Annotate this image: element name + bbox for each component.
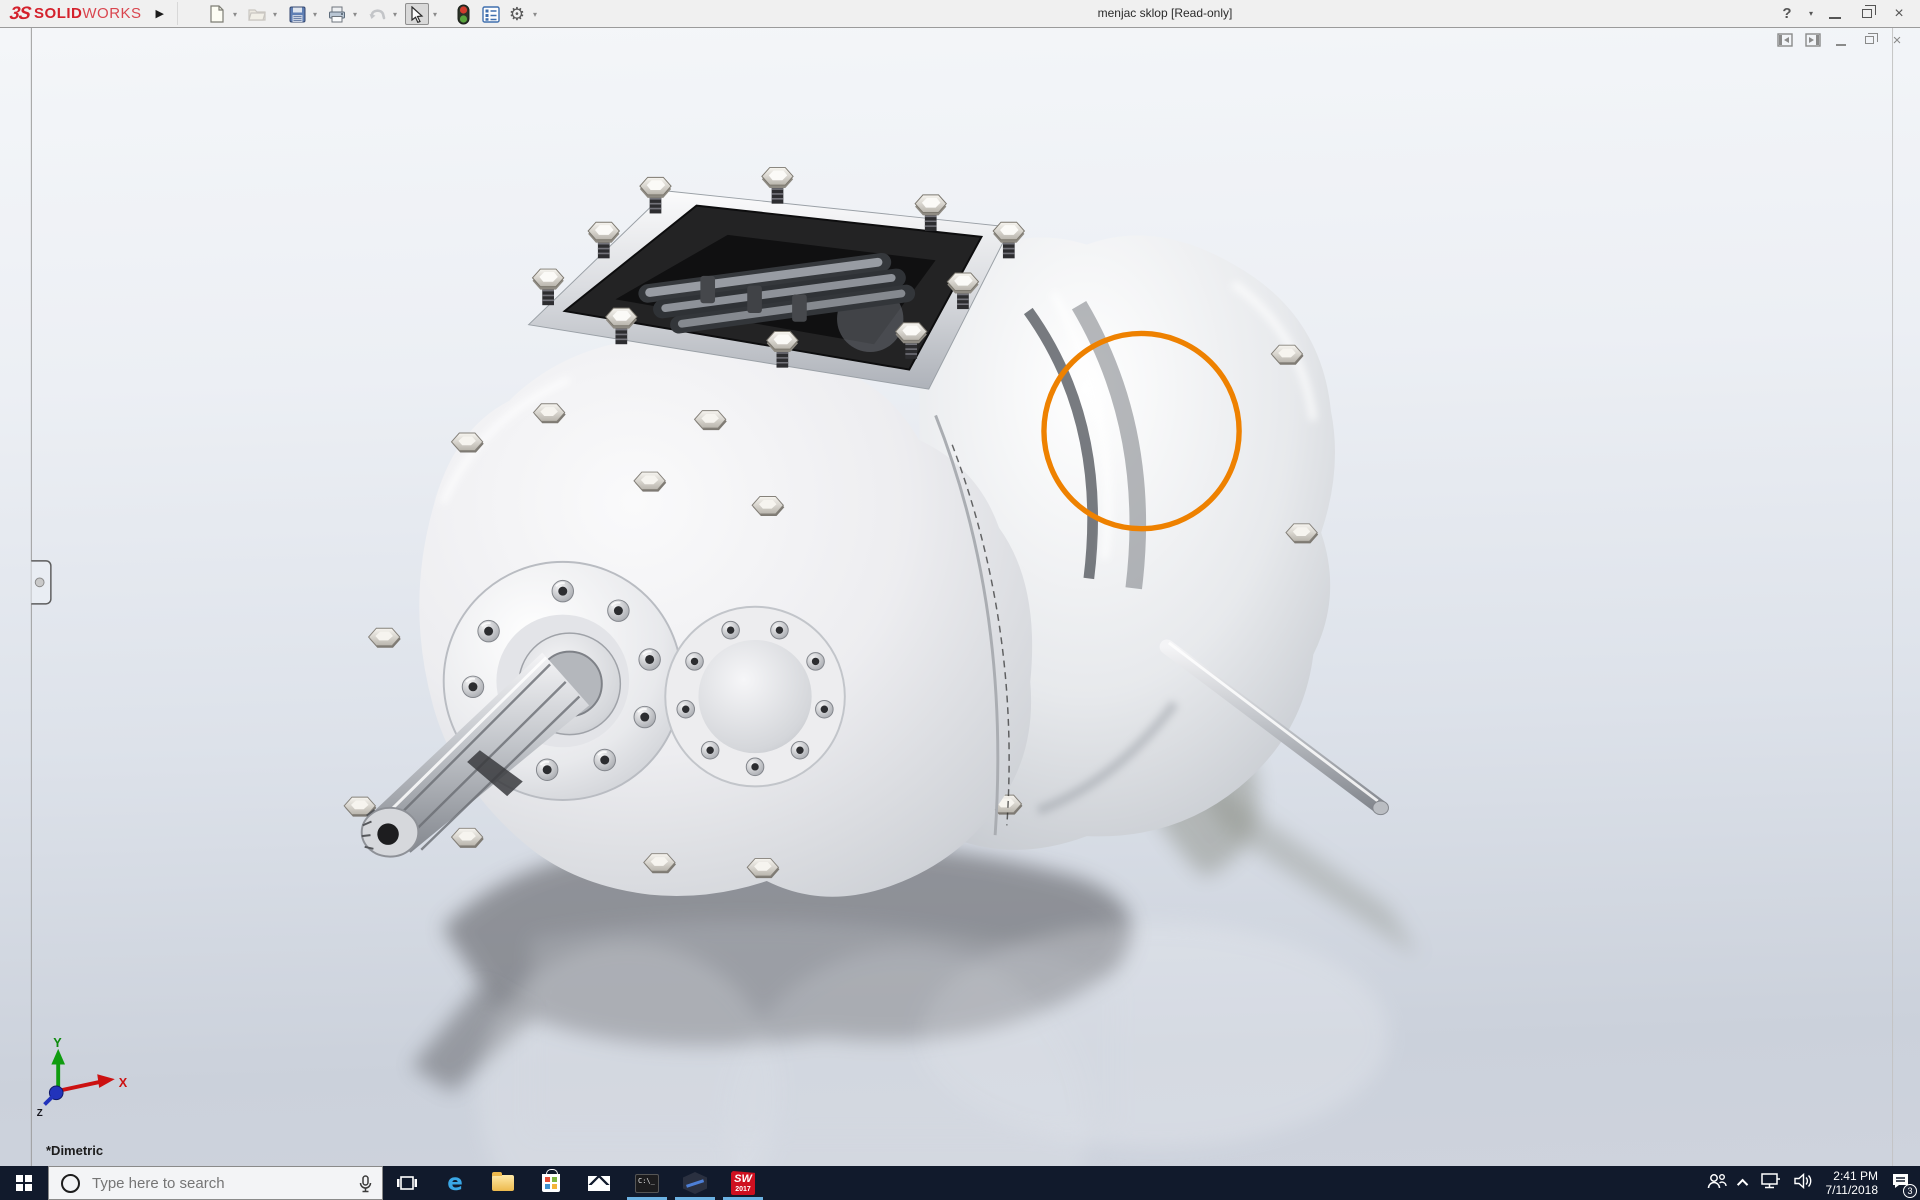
print-dropdown[interactable]: ▾ (349, 3, 361, 25)
quick-access-toolbar: ▾ ▾ ▾ ▾ ▾ ▾ ⚙ ▾ (205, 2, 545, 26)
command-prompt-icon: C:\_ (635, 1174, 659, 1193)
evaluate-list-icon[interactable] (479, 3, 503, 25)
3ds-logo-icon: 3S (8, 3, 32, 24)
options-gear-icon[interactable]: ⚙ (505, 3, 529, 25)
restore-button[interactable] (1854, 3, 1880, 25)
taskbar-search[interactable] (48, 1166, 383, 1200)
file-explorer-button[interactable] (479, 1166, 527, 1200)
previous-window-icon[interactable] (1776, 32, 1794, 48)
edge-button[interactable]: e (431, 1166, 479, 1200)
view-orientation-label: *Dimetric (46, 1143, 103, 1158)
task-view-button[interactable] (383, 1166, 431, 1200)
select-tool-dropdown[interactable]: ▾ (429, 3, 441, 25)
mail-icon (588, 1176, 610, 1191)
command-prompt-button[interactable]: C:\_ (623, 1166, 671, 1200)
notification-badge: 3 (1903, 1184, 1917, 1198)
taskbar: e C:\_ SW2017 (0, 1166, 1920, 1200)
next-window-icon[interactable] (1804, 32, 1822, 48)
undo-dropdown[interactable]: ▾ (389, 3, 401, 25)
solidworks-2017-icon: SW2017 (731, 1171, 755, 1195)
print-button[interactable] (325, 3, 349, 25)
hexagon-app-icon (683, 1172, 707, 1194)
minimize-button[interactable] (1822, 3, 1848, 25)
new-document-button[interactable] (205, 3, 229, 25)
close-button[interactable]: × (1886, 3, 1912, 25)
window-controls: ? ▾ × (1774, 0, 1912, 27)
triad-x-label: X (119, 1076, 128, 1090)
hexagon-app-button[interactable] (671, 1166, 719, 1200)
doc-minimize-button[interactable] (1832, 32, 1850, 48)
system-tray: 2:41 PM 7/11/2018 3 (1707, 1166, 1911, 1200)
solidworks-logo: 3S SOLIDWORKS ▶ (10, 3, 164, 24)
start-button[interactable] (0, 1166, 48, 1200)
options-dropdown[interactable]: ▾ (529, 3, 541, 25)
edge-icon: e (447, 1170, 463, 1196)
save-button[interactable] (285, 3, 309, 25)
open-document-button[interactable] (245, 3, 269, 25)
folder-icon (492, 1175, 514, 1191)
windows-logo-icon (16, 1175, 32, 1191)
network-icon[interactable] (1761, 1172, 1781, 1194)
gearbox-3d-model[interactable]: Y X Z (0, 28, 1920, 1166)
pinned-apps: e C:\_ SW2017 (383, 1166, 767, 1200)
secondary-flange[interactable] (665, 607, 845, 787)
open-document-dropdown[interactable]: ▾ (269, 3, 281, 25)
help-button[interactable]: ? (1774, 3, 1800, 25)
titlebar: 3S SOLIDWORKS ▶ ▾ ▾ ▾ ▾ ▾ ▾ ⚙ ▾ menjac (0, 0, 1920, 28)
brand-works-text: WORKS (82, 5, 141, 22)
rebuild-stoplight-icon[interactable] (451, 3, 475, 25)
mail-button[interactable] (575, 1166, 623, 1200)
action-center-button[interactable]: 3 (1891, 1172, 1910, 1194)
store-button[interactable] (527, 1166, 575, 1200)
undo-button[interactable] (365, 3, 389, 25)
menu-flyout-arrow-icon[interactable]: ▶ (156, 7, 164, 20)
search-input[interactable] (92, 1175, 322, 1192)
new-document-dropdown[interactable]: ▾ (229, 3, 241, 25)
model-reflection (477, 920, 1390, 1166)
select-tool-button[interactable] (405, 3, 429, 25)
document-window-controls: × (1776, 32, 1906, 48)
orientation-triad: Y X Z (37, 1036, 128, 1119)
triad-y-label: Y (53, 1036, 62, 1050)
hidden-icons-chevron[interactable] (1736, 1179, 1747, 1190)
cortana-icon[interactable] (61, 1174, 80, 1193)
toolbar-separator (177, 2, 178, 25)
save-dropdown[interactable]: ▾ (309, 3, 321, 25)
volume-icon[interactable] (1794, 1173, 1813, 1194)
featuremanager-splitter-tab[interactable] (31, 561, 51, 604)
microphone-icon[interactable] (358, 1175, 372, 1198)
clock-time: 2:41 PM (1826, 1169, 1879, 1183)
solidworks-2017-button[interactable]: SW2017 (719, 1166, 767, 1200)
taskbar-clock[interactable]: 2:41 PM 7/11/2018 (1826, 1169, 1879, 1197)
graphics-viewport[interactable]: Y X Z × *Dimetric (0, 28, 1920, 1166)
doc-close-button[interactable]: × (1888, 32, 1906, 48)
window-title: menjac sklop [Read-only] (1015, 0, 1315, 27)
brand-solid-text: SOLID (34, 5, 82, 22)
people-icon[interactable] (1707, 1173, 1727, 1194)
store-icon (542, 1174, 560, 1192)
triad-z-label: Z (37, 1108, 43, 1119)
help-dropdown[interactable]: ▾ (1806, 3, 1816, 25)
clock-date: 7/11/2018 (1826, 1183, 1879, 1197)
doc-restore-button[interactable] (1860, 32, 1878, 48)
